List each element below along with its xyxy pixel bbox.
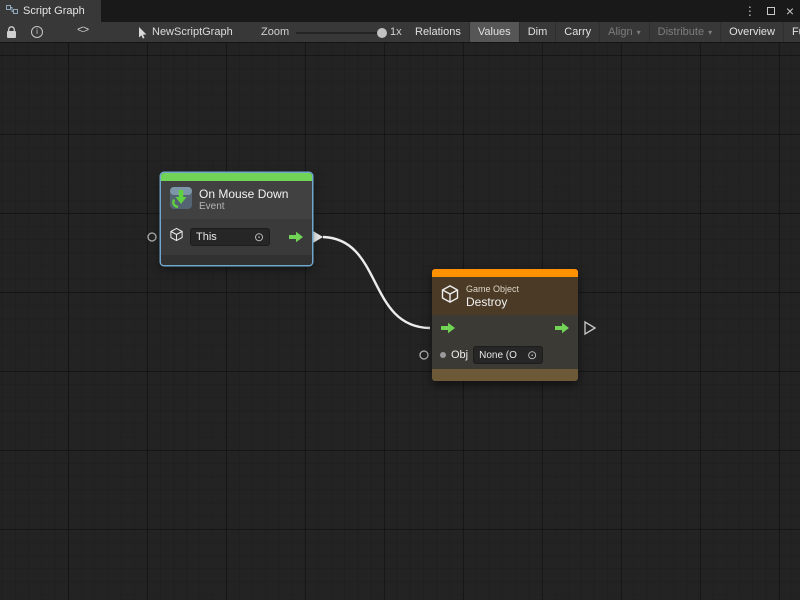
node-title: Destroy	[466, 295, 519, 309]
code-view-icon[interactable]: <>	[77, 25, 88, 37]
node-accent-strip	[161, 173, 312, 181]
connection-wire[interactable]	[323, 237, 430, 328]
param-label: Obj	[451, 349, 468, 361]
node-footer	[161, 255, 312, 265]
node-header: On Mouse Down Event	[161, 181, 312, 219]
tab-script-graph[interactable]: Script Graph	[0, 0, 101, 22]
node-footer	[432, 369, 578, 381]
trigger-input-arrow-icon[interactable]	[440, 322, 456, 334]
pointer-cursor-icon	[138, 26, 148, 44]
carry-button[interactable]: Carry	[555, 22, 599, 42]
value-port-dot-icon	[440, 352, 446, 358]
trigger-arrow-icon[interactable]	[288, 231, 304, 243]
connections-layer	[0, 43, 800, 600]
zoom-label: Zoom	[261, 26, 289, 38]
destroy-obj-input-port[interactable]	[420, 351, 428, 359]
relations-button[interactable]: Relations	[407, 22, 469, 42]
object-picker-icon[interactable]: ⊙	[527, 349, 537, 361]
zoom-slider[interactable]	[296, 32, 382, 34]
fullscreen-button[interactable]: Full S	[783, 22, 800, 42]
node-title: On Mouse Down	[199, 187, 288, 201]
close-icon[interactable]: ×	[786, 4, 794, 18]
script-graph-tab-icon	[6, 2, 18, 20]
obj-value: None (O	[479, 350, 517, 361]
zoom-value: 1x	[390, 26, 402, 38]
graph-toolbar: i <> NewScriptGraph Zoom 1x Relations Va…	[0, 22, 800, 43]
graph-canvas[interactable]: On Mouse Down Event This ⊙	[0, 43, 800, 600]
target-value: This	[196, 231, 217, 243]
title-bar: Script Graph ⋮ ×	[0, 0, 800, 22]
values-button[interactable]: Values	[469, 22, 519, 42]
trigger-row	[432, 315, 578, 341]
dim-button[interactable]: Dim	[519, 22, 556, 42]
event-trigger-output-port[interactable]	[313, 231, 323, 243]
node-on-mouse-down[interactable]: On Mouse Down Event This ⊙	[161, 173, 312, 265]
trigger-output-arrow-icon[interactable]	[554, 322, 570, 334]
obj-value-field[interactable]: None (O ⊙	[473, 346, 543, 364]
unity-script-graph-window: Script Graph ⋮ × i <> NewScriptGraph Zoo…	[0, 0, 800, 600]
node-category: Game Object	[466, 284, 519, 295]
node-accent-strip	[432, 269, 578, 277]
align-button[interactable]: Align ▾	[599, 22, 648, 42]
info-icon[interactable]: i	[31, 26, 43, 38]
distribute-button[interactable]: Distribute ▾	[649, 22, 720, 42]
overview-button[interactable]: Overview	[720, 22, 783, 42]
lock-icon[interactable]	[6, 26, 17, 44]
event-target-input-port[interactable]	[148, 233, 156, 241]
zoom-slider-knob[interactable]	[377, 28, 387, 38]
maximize-icon[interactable]	[767, 7, 775, 15]
target-dropdown[interactable]: This ⊙	[190, 228, 270, 246]
object-picker-icon[interactable]: ⊙	[254, 231, 264, 243]
game-object-cube-icon	[169, 227, 184, 247]
graph-name-breadcrumb[interactable]: NewScriptGraph	[152, 26, 233, 38]
chevron-down-icon: ▾	[708, 28, 712, 37]
obj-param-row: Obj None (O ⊙	[432, 341, 578, 369]
tab-title: Script Graph	[23, 5, 85, 17]
node-header: Game Object Destroy	[432, 277, 578, 315]
kebab-menu-icon[interactable]: ⋮	[744, 4, 756, 18]
node-body: This ⊙	[161, 219, 312, 255]
toolbar-buttons: Relations Values Dim Carry Align ▾ Distr…	[407, 22, 800, 42]
node-destroy[interactable]: Game Object Destroy Obj None (O ⊙	[432, 269, 578, 381]
destroy-trigger-output-port[interactable]	[585, 322, 595, 334]
node-subtitle: Event	[199, 201, 288, 213]
game-object-cube-icon	[440, 284, 460, 309]
chevron-down-icon: ▾	[637, 28, 641, 37]
window-controls: ⋮ ×	[744, 0, 794, 22]
event-icon	[169, 186, 193, 215]
